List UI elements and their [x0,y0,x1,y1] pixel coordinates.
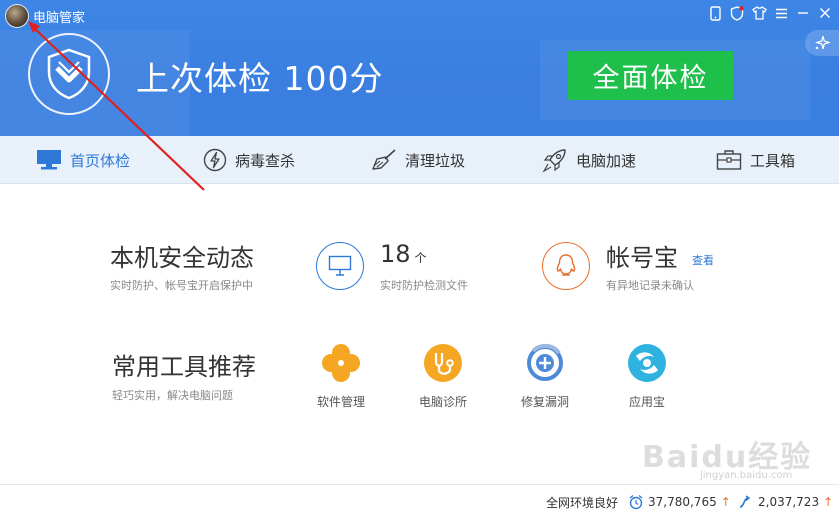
tool-software-manager[interactable]: 软件管理 [301,343,381,410]
network-status: 全网环境良好 [546,494,618,511]
alarm-icon [629,495,643,510]
network-status-text: 全网环境良好 [546,496,619,510]
tab-label: 清理垃圾 [405,151,466,170]
account-guard-title: 帐号宝 [606,244,678,272]
account-guard-desc: 有异地记录未确认 [606,279,694,292]
protection-file-desc: 实时防护检测文件 [380,279,468,292]
tool-pc-clinic[interactable]: 电脑诊所 [403,343,483,410]
tab-label: 首页体检 [70,151,131,170]
stethoscope-icon [423,343,463,383]
file-count-unit: 个 [414,251,427,265]
lightning-icon [203,148,227,172]
arrow-up-icon: ↑ [720,495,731,509]
tool-app-store[interactable]: 应用宝 [607,343,687,410]
monitor-icon [37,150,61,170]
account-view-link[interactable]: 查看 [692,252,714,268]
tool-label: 软件管理 [316,395,365,409]
app-title: 电脑管家 [33,11,86,26]
stat-counter-1: 37,780,765 ↑ [628,494,731,510]
patch-icon [525,343,565,383]
tool-label: 应用宝 [628,395,665,409]
tools-section-subtitle: 轻巧实用，解决电脑问题 [112,389,233,402]
sparkle-icon [814,35,830,50]
window-controls [707,4,833,22]
shield-alert-icon[interactable] [729,4,745,22]
counter-value: 37,780,765 [648,495,717,509]
counter-value: 2,037,723 [758,495,820,509]
software-manager-icon [321,343,361,383]
main-nav: 首页体检 病毒查杀 清理垃圾 电脑加速 工具箱 [0,136,839,184]
shield-icon [47,48,91,100]
realtime-protection-badge [316,242,364,290]
account-guard-badge [542,242,590,290]
tab-speed-up[interactable]: 电脑加速 [542,136,636,184]
watermark-url: jingyan.baidu.com [700,470,793,481]
toolbox-icon [716,150,742,170]
tab-home-check[interactable]: 首页体检 [36,136,130,184]
stat-counter-2: 2,037,723 ↑ [738,494,833,510]
monitor-icon [328,255,352,276]
broom-icon [372,149,396,170]
tool-label: 电脑诊所 [418,395,467,409]
file-count-value: 18 [380,240,411,268]
security-shield [28,33,110,115]
menu-icon[interactable] [773,4,789,22]
tab-clean-junk[interactable]: 清理垃圾 [371,136,465,184]
header-banner: 电脑管家 上次体检 100分 全面体检 [0,0,839,136]
tab-virus-scan[interactable]: 病毒查杀 [203,136,295,184]
trend-icon [739,495,751,508]
close-icon[interactable] [817,4,833,22]
security-section-subtitle: 实时防护、帐号宝开启保护中 [110,279,253,292]
tool-fix-vulnerability[interactable]: 修复漏洞 [505,343,585,410]
tab-label: 病毒查杀 [235,151,296,170]
last-check-score: 上次体检 100分 [136,59,384,98]
protection-file-count: 18 个 [380,240,427,268]
security-section-title: 本机安全动态 [110,244,254,272]
status-bar: 全网环境良好 37,780,765 ↑ 2,037,723 ↑ [0,484,839,518]
avatar[interactable] [5,4,29,28]
full-check-button[interactable]: 全面体检 [568,51,733,100]
minimize-icon[interactable] [795,4,811,22]
tab-label: 工具箱 [750,151,796,170]
shirt-icon[interactable] [751,4,767,22]
phone-icon[interactable] [707,4,723,22]
tools-section-title: 常用工具推荐 [112,353,256,381]
app-store-icon [627,343,667,383]
tool-label: 修复漏洞 [520,395,569,409]
tab-label: 电脑加速 [576,151,637,170]
arrow-up-icon: ↑ [823,495,834,509]
penguin-icon [556,254,576,276]
sparkle-button[interactable] [805,30,839,56]
rocket-icon [542,149,566,173]
tab-toolbox[interactable]: 工具箱 [716,136,795,184]
